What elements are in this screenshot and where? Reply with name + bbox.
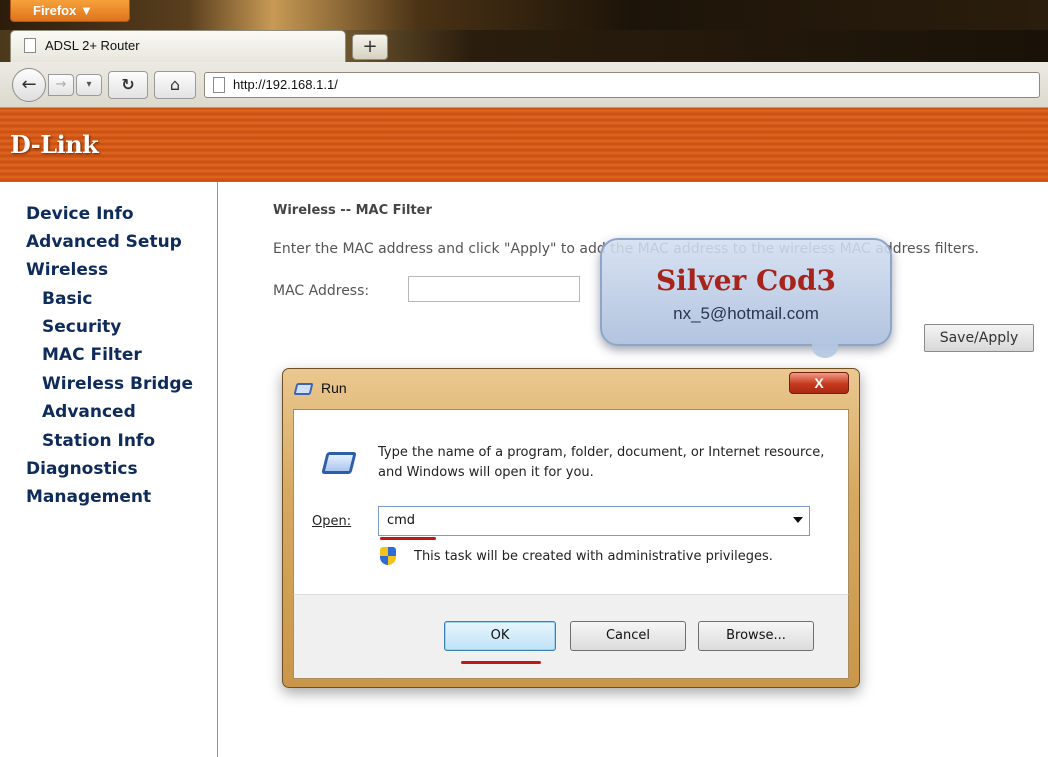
tab-title: ADSL 2+ Router	[45, 38, 140, 53]
run-program-icon	[321, 452, 357, 474]
run-dialog-title: Run	[321, 380, 347, 396]
sidebar-item-device-info[interactable]: Device Info	[26, 204, 134, 224]
sidebar-item-basic[interactable]: Basic	[42, 289, 92, 309]
sidebar-item-security[interactable]: Security	[42, 317, 121, 337]
tab-adsl-router[interactable]: ADSL 2+ Router	[10, 30, 346, 62]
firefox-menu-button[interactable]: Firefox ▼	[10, 0, 130, 22]
mac-address-label: MAC Address:	[273, 283, 370, 299]
chevron-down-icon[interactable]	[793, 517, 803, 523]
run-dialog-body: Type the name of a program, folder, docu…	[293, 409, 849, 594]
back-icon[interactable]: ←	[12, 68, 46, 102]
mac-address-input[interactable]	[408, 276, 580, 302]
watermark-title: Silver Cod3	[655, 264, 837, 297]
open-input-value[interactable]: cmd	[387, 513, 415, 528]
sidebar-nav: Device Info Advanced Setup Wireless Basi…	[0, 182, 218, 757]
forward-icon[interactable]: →	[48, 74, 74, 96]
dlink-header: D-Link	[0, 108, 1048, 182]
run-description: Type the name of a program, folder, docu…	[378, 445, 825, 480]
reload-icon[interactable]: ↻	[108, 71, 148, 99]
ok-button[interactable]: OK	[444, 621, 556, 651]
open-label: Open:	[312, 514, 352, 529]
cancel-button[interactable]: Cancel	[570, 621, 686, 651]
save-apply-button[interactable]: Save/Apply	[924, 324, 1034, 352]
page-icon	[24, 38, 36, 53]
close-button[interactable]: X	[789, 372, 849, 394]
sidebar-item-station-info[interactable]: Station Info	[42, 431, 155, 451]
watermark-email: nx_5@hotmail.com	[673, 304, 819, 323]
annotation-underline-ok	[461, 661, 541, 664]
sidebar-item-mac-filter[interactable]: MAC Filter	[42, 345, 142, 365]
uac-shield-icon	[380, 547, 396, 565]
run-icon	[293, 383, 314, 395]
sidebar-item-wireless-bridge[interactable]: Wireless Bridge	[42, 374, 193, 394]
navigation-toolbar: ← → ▾ ↻ ⌂ http://192.168.1.1/	[0, 62, 1048, 108]
browse-button[interactable]: Browse...	[698, 621, 814, 651]
tab-strip: ADSL 2+ Router +	[0, 30, 1048, 62]
watermark-callout: Silver Cod3 nx_5@hotmail.com	[600, 238, 892, 358]
page-icon	[213, 77, 225, 93]
sidebar-item-diagnostics[interactable]: Diagnostics	[26, 459, 138, 479]
sidebar-item-wireless[interactable]: Wireless	[26, 260, 108, 280]
history-dropdown-icon[interactable]: ▾	[76, 74, 102, 96]
page-title: Wireless -- MAC Filter	[273, 203, 432, 218]
home-icon[interactable]: ⌂	[154, 71, 196, 99]
run-dialog: Run X Type the name of a program, folder…	[282, 368, 860, 688]
sidebar-item-advanced-setup[interactable]: Advanced Setup	[26, 232, 182, 252]
run-dialog-footer: OK Cancel Browse...	[293, 594, 849, 679]
admin-privileges-note: This task will be created with administr…	[414, 549, 773, 564]
sidebar-item-management[interactable]: Management	[26, 487, 151, 507]
sidebar-item-advanced[interactable]: Advanced	[42, 402, 136, 422]
window-titlebar: Firefox ▼	[0, 0, 1048, 30]
new-tab-button[interactable]: +	[352, 34, 388, 60]
dlink-logo: D-Link	[10, 130, 99, 159]
url-bar[interactable]: http://192.168.1.1/	[204, 72, 1040, 98]
annotation-underline-cmd	[380, 537, 436, 540]
url-text[interactable]: http://192.168.1.1/	[233, 77, 338, 92]
open-combobox[interactable]: cmd	[378, 506, 810, 536]
